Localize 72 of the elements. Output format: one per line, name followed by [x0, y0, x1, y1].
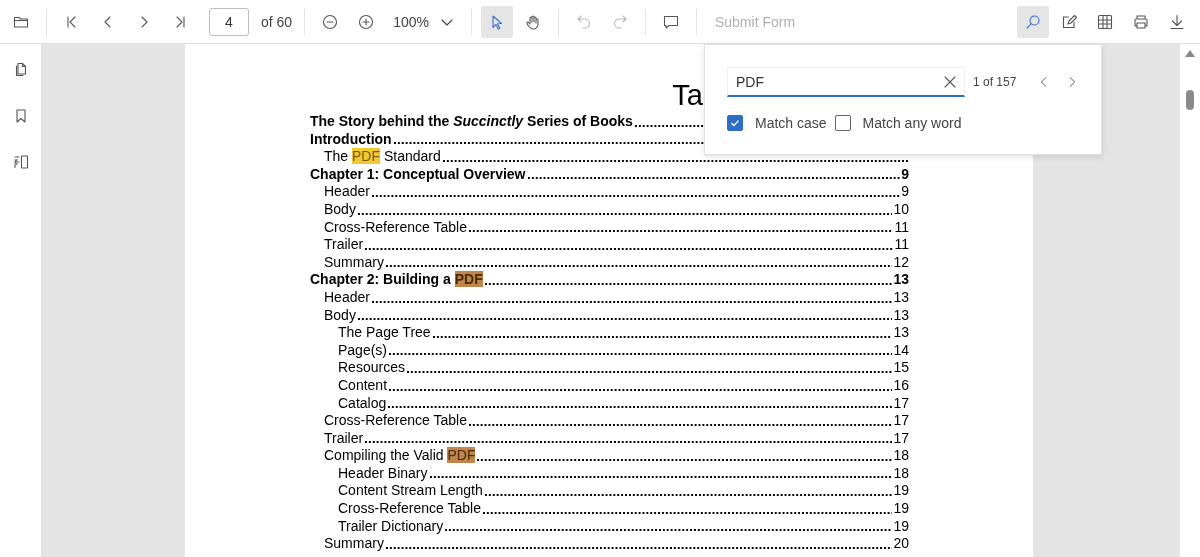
undo-icon — [575, 13, 592, 30]
checkbox-label: Match case — [755, 115, 827, 131]
toc-entry-title: Content Stream Length — [338, 482, 483, 501]
hand-icon — [524, 13, 541, 30]
toc-entry-title: Body — [324, 306, 356, 325]
toc-page-number: 17 — [893, 412, 909, 430]
toc-entry-title: Page(s) — [338, 341, 388, 360]
toc-page-number: 13 — [893, 324, 909, 342]
toc-page-number: 14 — [893, 341, 909, 360]
toc-entry-title: Trailer — [324, 236, 364, 254]
toc-page-number: 19 — [893, 517, 909, 536]
toc-entry-title: Cross-Reference Table — [324, 412, 467, 430]
toc-entry-title: Chapter 1: Conceptual Overview — [310, 165, 526, 184]
toc-entry-title: Catalog — [338, 394, 387, 413]
toc-page-number: 16 — [893, 376, 909, 395]
toc-page-number: 19 — [893, 500, 909, 518]
toc-entry-title: Trailer — [324, 429, 364, 448]
zoom-out-icon — [322, 13, 339, 30]
toc-entry-title: Header — [324, 288, 370, 307]
edit-icon — [1061, 13, 1077, 30]
toc-entry-title: Content — [338, 376, 388, 395]
toc-page-number: 12 — [893, 253, 909, 272]
toc-page-number: 19 — [893, 482, 909, 501]
form-fields-icon — [1097, 13, 1113, 30]
toc-page-number: 11 — [894, 218, 909, 237]
toc-page-number: 15 — [893, 359, 909, 377]
comment-icon — [662, 13, 679, 30]
toc-entry-title: Cross-Reference Table — [324, 218, 467, 237]
toc-entry-title: Body — [324, 200, 356, 219]
toc-page-number: 18 — [893, 464, 909, 483]
checkbox[interactable] — [727, 115, 743, 131]
toc-page-number: 13 — [893, 306, 909, 325]
zoom-dropdown[interactable]: 100% — [385, 13, 463, 30]
page-count: of 60 — [261, 13, 293, 30]
toc-entry-title: Introduction — [310, 130, 392, 149]
toc-entry-title: Header Binary — [338, 464, 428, 483]
toc-page-number: 11 — [894, 236, 909, 254]
match-count: 1 of 157 — [973, 75, 1017, 89]
download-icon — [1169, 13, 1185, 30]
document-title: Ta — [671, 78, 703, 113]
toc-entry-title: Chapter 2: Building a PDF — [310, 271, 483, 289]
scroll-up-icon[interactable] — [1185, 50, 1195, 57]
organize-pages-icon — [12, 154, 29, 170]
search-icon — [1025, 13, 1041, 30]
toc-page-number: 13 — [893, 271, 909, 289]
toc-entry-title: Header — [324, 183, 370, 201]
toc-page-number: 9 — [901, 165, 909, 184]
checkbox[interactable] — [834, 115, 851, 131]
toc-page-number: 10 — [893, 200, 909, 219]
toc-page-number: 9 — [901, 183, 909, 201]
toc-entry-title: Summary — [324, 535, 384, 553]
toc-entry-title: Compiling the Valid PDF — [324, 447, 476, 465]
toc-page-number: 18 — [893, 447, 909, 465]
page-number-field[interactable]: 4 — [209, 7, 249, 36]
toc-page-number: 17 — [893, 394, 909, 413]
toc-page-number: 17 — [893, 429, 909, 448]
toc-entry-title: Summary — [324, 253, 384, 272]
toc-entry-title: Trailer Dictionary — [338, 517, 444, 536]
redo-icon — [611, 13, 628, 30]
zoom-in-icon — [358, 13, 375, 30]
scroll-thumb[interactable] — [1186, 90, 1194, 110]
toc-entry-title: The PDF Standard — [324, 148, 441, 166]
select-button[interactable] — [480, 5, 513, 38]
toc-entry-title: Resources — [338, 359, 405, 377]
toc-entry-title: Cross-Reference Table — [338, 500, 481, 518]
toc-entry-title: The Story behind the Succinctly Series of Books — [310, 113, 633, 131]
toc-page-number: 20 — [893, 535, 909, 553]
search-field[interactable]: PDF — [727, 67, 965, 97]
toc-page-number: 13 — [893, 288, 909, 307]
print-icon — [1133, 13, 1149, 30]
toc-entry-title: The Page Tree — [338, 324, 431, 342]
checkbox-label: Match any word — [862, 115, 962, 131]
